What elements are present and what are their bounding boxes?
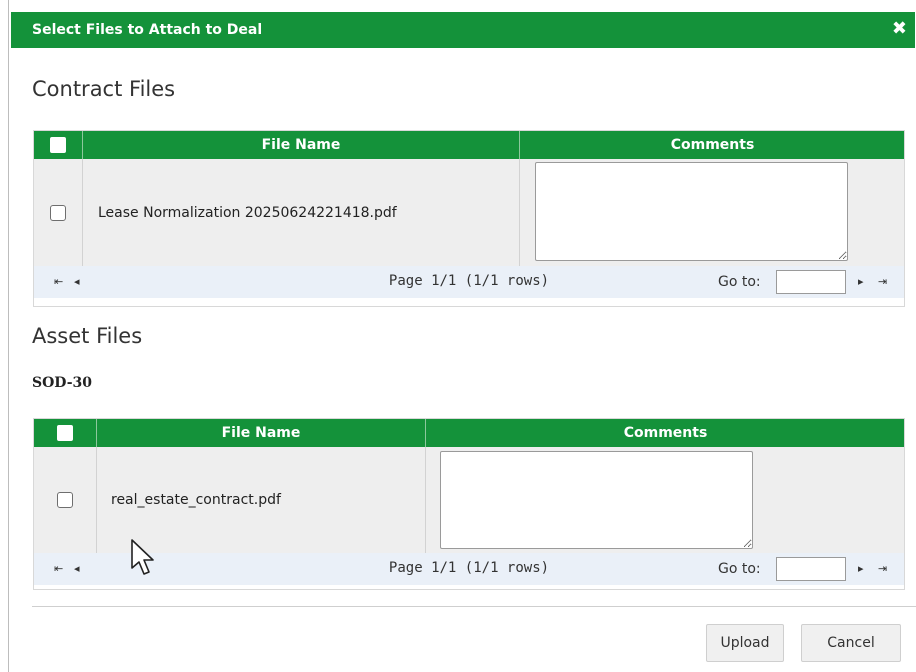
- contract-grid-header: File Name Comments: [34, 131, 904, 159]
- contract-files-heading: Contract Files: [32, 77, 176, 101]
- next-page-icon[interactable]: ▸: [858, 275, 863, 288]
- next-page-icon[interactable]: ▸: [858, 562, 863, 575]
- dialog-titlebar: Select Files to Attach to Deal ✖: [11, 12, 915, 48]
- asset-grid-header: File Name Comments: [34, 419, 904, 447]
- goto-label: Go to:: [718, 561, 761, 577]
- column-header-comments[interactable]: Comments: [519, 131, 905, 159]
- contract-grid-pager: ⇤ ◂ Page 1/1 (1/1 rows) Go to: ▸ ⇥: [34, 266, 904, 298]
- file-name: Lease Normalization 20250624221418.pdf: [98, 204, 397, 221]
- row-checkbox[interactable]: [50, 204, 66, 221]
- row-checkbox-cell: [34, 447, 96, 553]
- page-info: Page 1/1 (1/1 rows): [388, 273, 550, 289]
- first-page-icon[interactable]: ⇤: [54, 562, 63, 575]
- file-name-cell: Lease Normalization 20250624221418.pdf: [82, 159, 519, 266]
- last-page-icon[interactable]: ⇥: [878, 562, 887, 575]
- comments-textarea[interactable]: [440, 451, 753, 549]
- asset-id-label: SOD-30: [32, 375, 92, 391]
- asset-files-heading: Asset Files: [32, 324, 143, 348]
- column-header-file-name[interactable]: File Name: [82, 131, 519, 159]
- table-row: real_estate_contract.pdf: [34, 447, 904, 553]
- first-page-icon[interactable]: ⇤: [54, 275, 63, 288]
- goto-page-input[interactable]: [776, 557, 846, 581]
- file-name-cell: real_estate_contract.pdf: [96, 447, 425, 553]
- column-header-comments[interactable]: Comments: [425, 419, 905, 447]
- footer-divider: [32, 606, 916, 607]
- row-checkbox-cell: [34, 159, 82, 266]
- comments-cell: [519, 159, 905, 266]
- table-row: Lease Normalization 20250624221418.pdf: [34, 159, 904, 266]
- dialog-left-border: [8, 0, 9, 672]
- cancel-button[interactable]: Cancel: [801, 624, 901, 662]
- goto-page-input[interactable]: [776, 270, 846, 294]
- last-page-icon[interactable]: ⇥: [878, 275, 887, 288]
- select-all-cell: [34, 131, 82, 159]
- contract-files-grid: File Name Comments Lease Normalization 2…: [33, 130, 905, 307]
- asset-select-all-checkbox[interactable]: [57, 425, 73, 441]
- prev-page-icon[interactable]: ◂: [74, 562, 79, 575]
- dialog-title: Select Files to Attach to Deal: [32, 22, 263, 38]
- goto-label: Go to:: [718, 274, 761, 290]
- select-all-cell: [34, 419, 96, 447]
- asset-grid-pager: ⇤ ◂ Page 1/1 (1/1 rows) Go to: ▸ ⇥: [34, 553, 904, 585]
- row-checkbox[interactable]: [57, 492, 73, 508]
- prev-page-icon[interactable]: ◂: [74, 275, 79, 288]
- file-name: real_estate_contract.pdf: [111, 492, 281, 508]
- page-info: Page 1/1 (1/1 rows): [388, 560, 550, 576]
- comments-cell: [425, 447, 905, 553]
- column-header-file-name[interactable]: File Name: [96, 419, 425, 447]
- contract-select-all-checkbox[interactable]: [50, 137, 66, 153]
- upload-button[interactable]: Upload: [706, 624, 784, 662]
- comments-textarea[interactable]: [535, 162, 848, 261]
- close-icon[interactable]: ✖: [892, 19, 907, 39]
- asset-files-grid: File Name Comments real_estate_contract.…: [33, 418, 905, 590]
